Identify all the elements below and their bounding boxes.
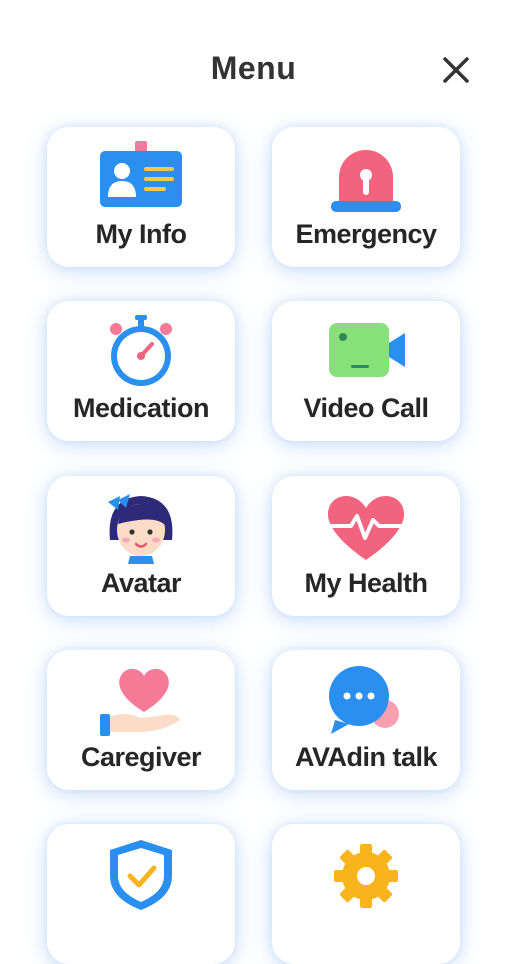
- heartbeat-icon: [327, 495, 405, 560]
- menu-item-label: Video Call: [303, 393, 429, 423]
- menu-item-medication[interactable]: Medication: [47, 301, 235, 441]
- avatar-girl-icon: [108, 494, 173, 564]
- menu-item-my-health[interactable]: My Health: [272, 476, 460, 616]
- menu-item-emergency[interactable]: Emergency: [272, 127, 460, 267]
- menu-item-label: Avatar: [100, 568, 182, 598]
- siren-icon: [331, 150, 401, 212]
- menu-item-label: My Health: [304, 568, 428, 598]
- menu-item-label: Medication: [72, 393, 210, 423]
- menu-item-label: Emergency: [295, 219, 437, 249]
- video-camera-icon: [329, 323, 405, 377]
- hand-heart-icon: [100, 668, 180, 736]
- timer-icon: [110, 315, 172, 386]
- gear-icon: [334, 844, 398, 908]
- shield-check-icon: [110, 840, 172, 910]
- menu-item-label: My Info: [95, 219, 188, 249]
- menu-grid: My Info Emergency Medication Video Call …: [0, 0, 507, 964]
- menu-item-label: Caregiver: [80, 742, 202, 772]
- chat-bubble-icon: [329, 666, 399, 734]
- menu-item-video-call[interactable]: Video Call: [272, 301, 460, 441]
- menu-item-settings[interactable]: [272, 824, 460, 964]
- menu-item-my-info[interactable]: My Info: [47, 127, 235, 267]
- menu-item-avadin-talk[interactable]: AVAdin talk: [272, 650, 460, 790]
- menu-item-label: AVAdin talk: [294, 742, 438, 772]
- id-card-icon: [100, 141, 182, 207]
- menu-item-security[interactable]: [47, 824, 235, 964]
- menu-item-avatar[interactable]: Avatar: [47, 476, 235, 616]
- menu-item-caregiver[interactable]: Caregiver: [47, 650, 235, 790]
